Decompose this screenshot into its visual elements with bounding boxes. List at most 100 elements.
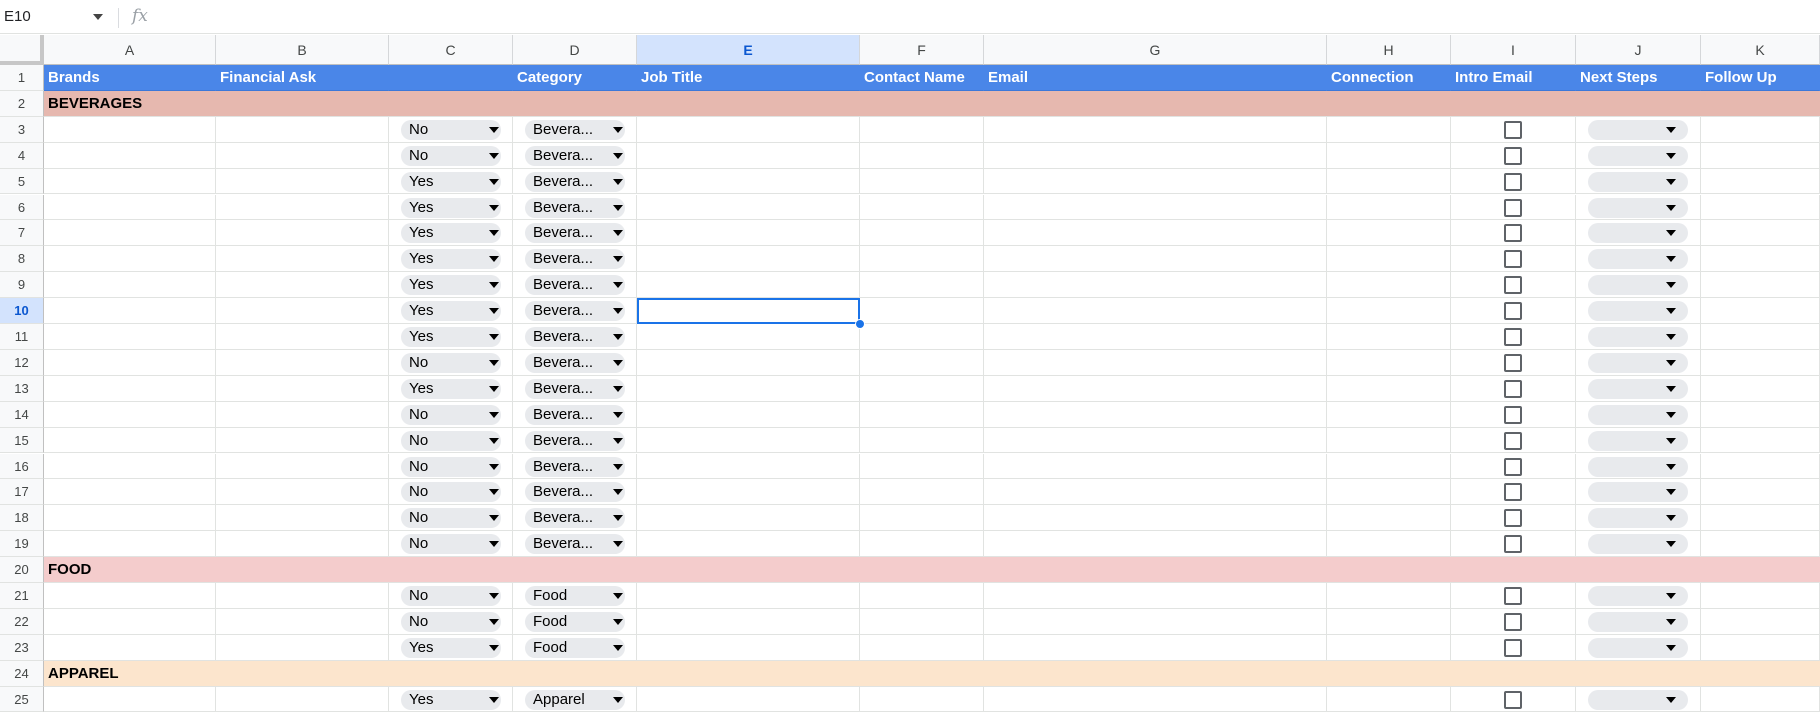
cell-b7[interactable] (216, 220, 389, 247)
category-dropdown[interactable]: Food (525, 586, 625, 606)
cell-f13[interactable] (860, 375, 984, 402)
cell-a15[interactable] (44, 427, 216, 454)
header-cell-f[interactable]: Contact Name (860, 65, 984, 91)
cell-e13[interactable] (637, 375, 860, 402)
chevron-down-icon[interactable] (1666, 359, 1676, 366)
ask-dropdown[interactable]: No (401, 508, 501, 529)
chevron-down-icon[interactable] (489, 230, 499, 237)
cell-k10[interactable] (1701, 298, 1820, 324)
cell-g3[interactable] (984, 116, 1327, 143)
ask-dropdown[interactable]: Yes (401, 637, 501, 658)
cell-e4[interactable] (637, 142, 860, 169)
chevron-down-icon[interactable] (489, 334, 499, 340)
column-header-h[interactable]: H (1327, 35, 1451, 65)
row-header-19[interactable]: 19 (0, 531, 44, 558)
ask-dropdown[interactable]: Yes (401, 301, 501, 322)
chevron-down-icon[interactable] (1666, 515, 1676, 522)
ask-dropdown[interactable]: No (401, 352, 501, 373)
chevron-down-icon[interactable] (613, 541, 623, 548)
cell-a8[interactable] (44, 246, 216, 273)
cell-g16[interactable] (984, 453, 1327, 480)
cell-f8[interactable] (860, 246, 984, 273)
row-header-5[interactable]: 5 (0, 168, 44, 195)
cell-h5[interactable] (1327, 168, 1451, 195)
ask-dropdown[interactable]: Yes (401, 197, 501, 218)
ask-dropdown[interactable]: No (401, 586, 501, 606)
intro-email-checkbox[interactable] (1504, 638, 1522, 657)
cell-k8[interactable] (1701, 246, 1820, 273)
cell-a7[interactable] (44, 220, 216, 247)
cell-a19[interactable] (44, 531, 216, 558)
cell-a22[interactable] (44, 608, 216, 635)
intro-email-checkbox[interactable] (1504, 250, 1522, 269)
chevron-down-icon[interactable] (1666, 230, 1676, 237)
column-header-i[interactable]: I (1451, 35, 1576, 65)
cell-f15[interactable] (860, 427, 984, 454)
chevron-down-icon[interactable] (613, 437, 623, 444)
cell-h10[interactable] (1327, 298, 1451, 324)
chevron-down-icon[interactable] (613, 411, 623, 418)
section-row-apparel[interactable]: APPAREL (44, 660, 1820, 687)
ask-dropdown[interactable]: No (401, 534, 501, 555)
category-dropdown[interactable]: Bevera... (525, 482, 625, 503)
cell-e18[interactable] (637, 505, 860, 532)
cell-e6[interactable] (637, 194, 860, 221)
cell-g22[interactable] (984, 608, 1327, 635)
cell-k17[interactable] (1701, 479, 1820, 506)
name-box-dropdown-icon[interactable] (93, 14, 103, 20)
cell-k12[interactable] (1701, 349, 1820, 376)
cell-f19[interactable] (860, 531, 984, 558)
chevron-down-icon[interactable] (1666, 204, 1676, 211)
cell-b4[interactable] (216, 142, 389, 169)
cell-h14[interactable] (1327, 401, 1451, 428)
cell-k5[interactable] (1701, 168, 1820, 195)
cell-h12[interactable] (1327, 349, 1451, 376)
chevron-down-icon[interactable] (489, 282, 499, 289)
category-dropdown[interactable]: Bevera... (525, 352, 625, 373)
cell-b5[interactable] (216, 168, 389, 195)
cell-h19[interactable] (1327, 531, 1451, 558)
chevron-down-icon[interactable] (613, 463, 623, 470)
cell-k19[interactable] (1701, 531, 1820, 558)
chevron-down-icon[interactable] (489, 256, 499, 263)
header-cell-h[interactable]: Connection (1327, 65, 1451, 91)
intro-email-checkbox[interactable] (1504, 302, 1522, 321)
ask-dropdown[interactable]: Yes (401, 327, 501, 347)
chevron-down-icon[interactable] (1666, 437, 1676, 444)
cell-f14[interactable] (860, 401, 984, 428)
row-header-3[interactable]: 3 (0, 116, 44, 143)
row-header-9[interactable]: 9 (0, 272, 44, 299)
row-header-23[interactable]: 23 (0, 634, 44, 661)
cell-k13[interactable] (1701, 375, 1820, 402)
cell-f21[interactable] (860, 583, 984, 609)
category-dropdown[interactable]: Bevera... (525, 145, 625, 166)
chevron-down-icon[interactable] (489, 541, 499, 548)
chevron-down-icon[interactable] (1666, 256, 1676, 263)
cell-g4[interactable] (984, 142, 1327, 169)
category-dropdown[interactable]: Bevera... (525, 223, 625, 244)
cell-f18[interactable] (860, 505, 984, 532)
cell-a3[interactable] (44, 116, 216, 143)
cell-e3[interactable] (637, 116, 860, 143)
cell-g14[interactable] (984, 401, 1327, 428)
category-dropdown[interactable]: Bevera... (525, 456, 625, 477)
cell-g12[interactable] (984, 349, 1327, 376)
header-cell-a[interactable]: Brands (44, 65, 216, 91)
category-dropdown[interactable]: Bevera... (525, 171, 625, 192)
cell-g15[interactable] (984, 427, 1327, 454)
chevron-down-icon[interactable] (613, 593, 623, 599)
column-header-b[interactable]: B (216, 35, 389, 65)
chevron-down-icon[interactable] (613, 126, 623, 133)
name-box[interactable]: E10 (4, 8, 31, 25)
row-header-14[interactable]: 14 (0, 401, 44, 428)
intro-email-checkbox[interactable] (1504, 353, 1522, 372)
chevron-down-icon[interactable] (613, 618, 623, 625)
chevron-down-icon[interactable] (1666, 152, 1676, 159)
chevron-down-icon[interactable] (1666, 593, 1676, 599)
column-header-d[interactable]: D (513, 35, 637, 65)
cell-g11[interactable] (984, 324, 1327, 350)
section-row-food[interactable]: FOOD (44, 557, 1820, 583)
chevron-down-icon[interactable] (1666, 696, 1676, 703)
chevron-down-icon[interactable] (489, 696, 499, 703)
chevron-down-icon[interactable] (613, 696, 623, 703)
